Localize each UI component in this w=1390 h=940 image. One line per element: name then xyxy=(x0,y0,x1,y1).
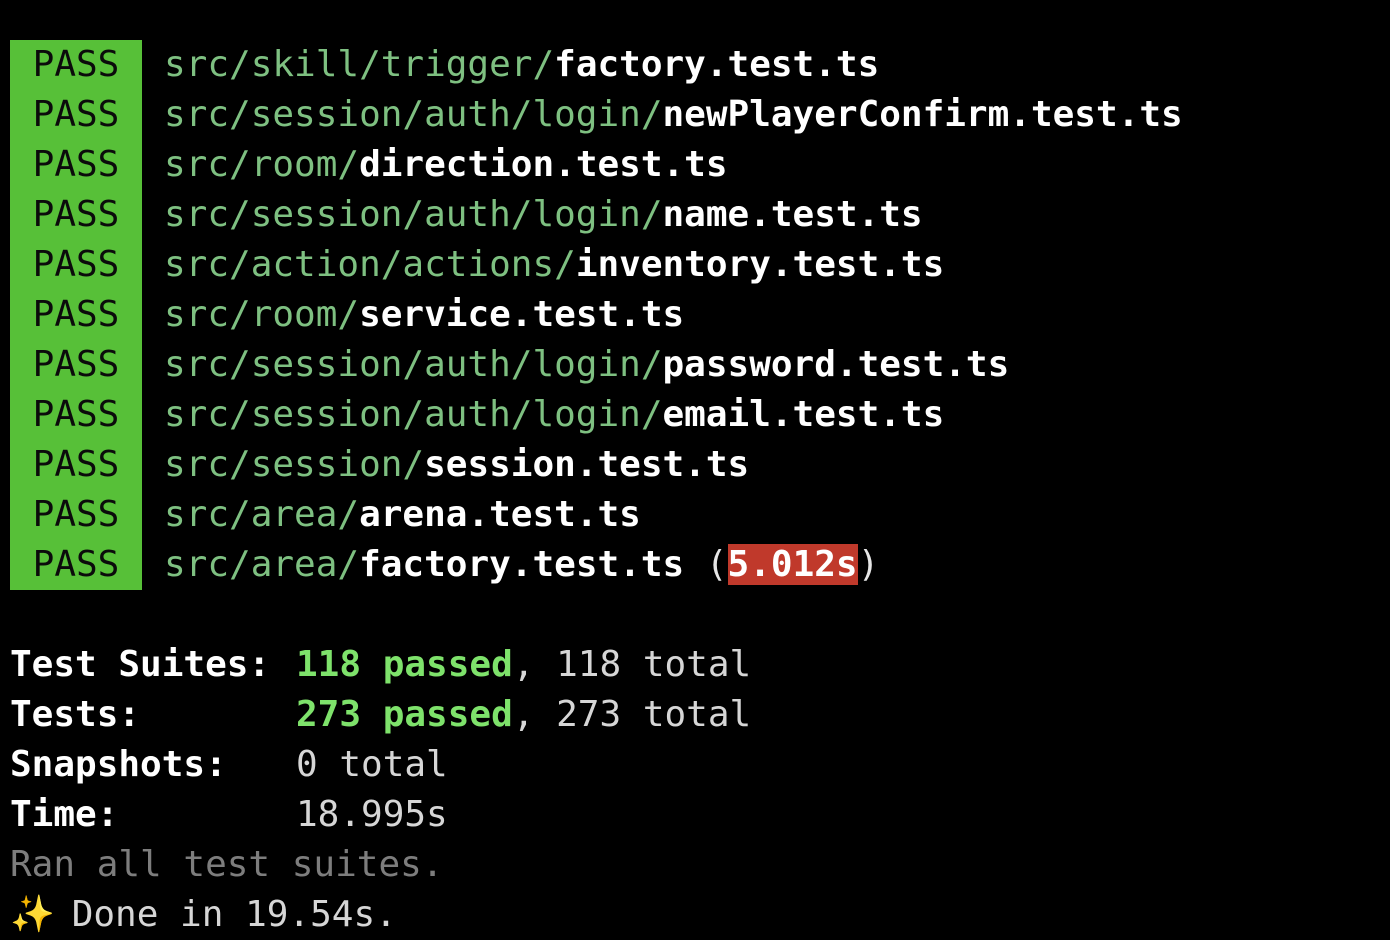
test-result-row: PASS src/room/service.test.ts xyxy=(10,290,684,340)
test-result-row: PASS src/session/session.test.ts xyxy=(10,440,749,490)
test-file-dir: src/session/auth/login/ xyxy=(164,394,663,435)
summary-time: Time: 18.995s xyxy=(10,790,448,840)
ran-all-message: Ran all test suites. xyxy=(10,844,444,885)
test-file-dir: src/action/actions/ xyxy=(164,244,576,285)
test-file-dir: src/session/auth/login/ xyxy=(164,194,663,235)
summary-label: Time: xyxy=(10,794,119,835)
test-result-row: PASS src/room/direction.test.ts xyxy=(10,140,728,190)
pass-badge: PASS xyxy=(10,440,142,490)
summary-label: Snapshots: xyxy=(10,744,227,785)
done-message: Done in 19.54s. xyxy=(71,894,397,935)
test-file-name: name.test.ts xyxy=(662,194,923,235)
time-value: 18.995s xyxy=(296,794,448,835)
pass-badge: PASS xyxy=(10,490,142,540)
pass-badge: PASS xyxy=(10,390,142,440)
test-result-row: PASS src/action/actions/inventory.test.ts xyxy=(10,240,944,290)
duration-open-paren: ( xyxy=(684,544,728,585)
pass-badge: PASS xyxy=(10,90,142,140)
passed-count: 273 passed xyxy=(296,694,513,735)
test-result-row: PASS src/session/auth/login/newPlayerConf… xyxy=(10,90,1183,140)
pass-badge: PASS xyxy=(10,340,142,390)
test-file-dir: src/area/ xyxy=(164,544,360,585)
test-file-name: newPlayerConfirm.test.ts xyxy=(662,94,1183,135)
pass-badge: PASS xyxy=(10,240,142,290)
snapshot-count: 0 total xyxy=(296,744,448,785)
total-count: 118 total xyxy=(556,644,752,685)
test-result-row: PASS src/session/auth/login/password.test… xyxy=(10,340,1009,390)
summary-test-suites: Test Suites: 118 passed, 118 total xyxy=(10,640,751,690)
pass-badge: PASS xyxy=(10,290,142,340)
total-count: 273 total xyxy=(556,694,752,735)
test-file-dir: src/room/ xyxy=(164,144,360,185)
test-file-name: inventory.test.ts xyxy=(575,244,945,285)
pass-badge: PASS xyxy=(10,540,142,590)
test-result-row: PASS src/skill/trigger/factory.test.ts xyxy=(10,40,879,90)
test-result-row: PASS src/area/arena.test.ts xyxy=(10,490,641,540)
test-file-name: factory.test.ts xyxy=(554,44,880,85)
summary-snapshots: Snapshots: 0 total xyxy=(10,740,448,790)
test-file-name: email.test.ts xyxy=(662,394,945,435)
slow-test-duration: 5.012s xyxy=(727,544,858,585)
test-file-dir: src/room/ xyxy=(164,294,360,335)
duration-close-paren: ) xyxy=(857,544,880,585)
test-file-dir: src/session/auth/login/ xyxy=(164,94,663,135)
done-message-row: ✨ Done in 19.54s. xyxy=(10,890,397,940)
passed-count: 118 passed xyxy=(296,644,513,685)
test-file-name: factory.test.ts xyxy=(359,544,685,585)
summary-label: Test Suites: xyxy=(10,644,271,685)
pass-badge: PASS xyxy=(10,190,142,240)
pass-badge: PASS xyxy=(10,140,142,190)
test-file-dir: src/area/ xyxy=(164,494,360,535)
pass-badge: PASS xyxy=(10,40,142,90)
test-file-dir: src/session/ xyxy=(164,444,425,485)
summary-tests: Tests: 273 passed, 273 total xyxy=(10,690,751,740)
terminal-window: PASS src/skill/trigger/factory.test.ts PA… xyxy=(0,0,1390,938)
test-file-name: password.test.ts xyxy=(662,344,1010,385)
test-file-name: session.test.ts xyxy=(424,444,750,485)
test-file-name: service.test.ts xyxy=(359,294,685,335)
test-file-name: arena.test.ts xyxy=(359,494,641,535)
test-result-row: PASS src/session/auth/login/email.test.ts xyxy=(10,390,944,440)
test-result-row: PASS src/session/auth/login/name.test.ts xyxy=(10,190,923,240)
summary-label: Tests: xyxy=(10,694,141,735)
test-file-dir: src/session/auth/login/ xyxy=(164,344,663,385)
test-file-dir: src/skill/trigger/ xyxy=(164,44,555,85)
test-file-name: direction.test.ts xyxy=(359,144,728,185)
test-result-row: PASS src/area/factory.test.ts (5.012s) xyxy=(10,540,879,590)
sparkles-icon: ✨ xyxy=(10,894,55,935)
